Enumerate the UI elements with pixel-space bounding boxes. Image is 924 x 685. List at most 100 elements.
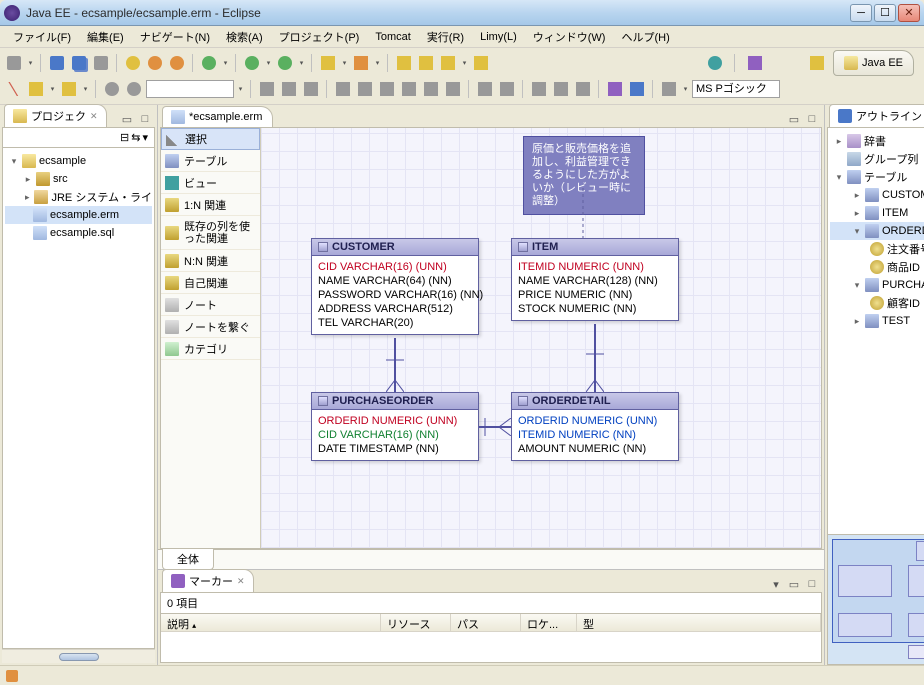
entity-customer[interactable]: CUSTOMER CID VARCHAR(16) (UNN)NAME VARCH… [311, 238, 479, 335]
font-name-combo[interactable]: MS Pゴシック [692, 80, 780, 98]
limy-icon[interactable] [745, 53, 765, 73]
debug-button[interactable] [199, 53, 219, 73]
markers-maximize-icon[interactable]: □ [804, 576, 820, 592]
markers-col-resource[interactable]: リソース [381, 614, 451, 631]
new-package-dropdown[interactable]: ▾ [373, 53, 382, 73]
hspace-button[interactable] [475, 79, 495, 99]
save-all-button[interactable] [69, 53, 89, 73]
redo-dropdown[interactable]: ▾ [81, 79, 90, 99]
project-explorer-tab[interactable]: プロジェク ✕ [4, 104, 107, 127]
menu-file[interactable]: ファイル(F) [6, 27, 78, 47]
same-height-button[interactable] [551, 79, 571, 99]
editor-maximize-icon[interactable]: □ [804, 111, 820, 127]
zoom-level-combo[interactable] [146, 80, 234, 98]
tomcat-stop-button[interactable] [145, 53, 165, 73]
outline-od-itemid[interactable]: 商品ID [830, 258, 924, 276]
entity-purchaseorder[interactable]: PURCHASEORDER ORDERID NUMERIC (UNN)CID V… [311, 392, 479, 461]
palette-note-link[interactable]: ノートを繋ぐ [161, 316, 260, 338]
markers-col-location[interactable]: ロケ... [521, 614, 577, 631]
cut-button[interactable] [4, 79, 24, 99]
editor-tab-erm[interactable]: *ecsample.erm [162, 106, 273, 127]
palette-select[interactable]: 選択 [161, 128, 260, 150]
new-package-button[interactable] [351, 53, 371, 73]
redo-button[interactable] [59, 79, 79, 99]
undo-button[interactable] [26, 79, 46, 99]
zoom-in-button[interactable] [102, 79, 122, 99]
project-hscrollbar[interactable] [2, 649, 155, 663]
markers-col-desc[interactable]: 説明 ▴ [161, 614, 381, 631]
outline-od-orderno[interactable]: 注文番号 [830, 240, 924, 258]
search-dropdown[interactable]: ▾ [460, 53, 469, 73]
outline-tables[interactable]: ▾テーブル [830, 168, 924, 186]
refresh-button[interactable] [659, 79, 679, 99]
perspective-javaee[interactable]: Java EE [833, 50, 914, 76]
menu-search[interactable]: 検索(A) [219, 27, 270, 47]
markers-menu-icon[interactable]: ▾ [768, 576, 784, 592]
menu-window[interactable]: ウィンドウ(W) [526, 27, 613, 47]
close-button[interactable]: ✕ [898, 4, 920, 22]
palette-reuse[interactable]: 既存の列を使った関連 [161, 216, 260, 250]
menu-project[interactable]: プロジェクト(P) [272, 27, 367, 47]
markers-col-path[interactable]: パス [451, 614, 521, 631]
outline-tab[interactable]: アウトライン ✕ [829, 104, 924, 127]
markers-col-type[interactable]: 型 [577, 614, 821, 631]
outline-tree[interactable]: ▸辞書 グループ列 ▾テーブル ▸CUSTOMER ▸ITEM ▾ORDERDE… [828, 128, 924, 534]
minimize-button[interactable]: ─ [850, 4, 872, 22]
web-browser-icon[interactable] [705, 53, 725, 73]
align-top-button[interactable] [399, 79, 419, 99]
print-button[interactable] [91, 53, 111, 73]
zoom-out-button[interactable] [124, 79, 144, 99]
outline-item[interactable]: ▸ITEM [830, 204, 924, 222]
entity-orderdetail[interactable]: ORDERDETAIL ORDERID NUMERIC (UNN)ITEMID … [511, 392, 679, 461]
new-server-button[interactable] [318, 53, 338, 73]
grid-button[interactable] [257, 79, 277, 99]
export-img-button[interactable] [627, 79, 647, 99]
align-middle-button[interactable] [421, 79, 441, 99]
same-size-button[interactable] [573, 79, 593, 99]
open-task-button[interactable] [416, 53, 436, 73]
markers-minimize-icon[interactable]: ▭ [786, 576, 802, 592]
menu-help[interactable]: ヘルプ(H) [614, 27, 676, 47]
menu-navigate[interactable]: ナビゲート(N) [133, 27, 217, 47]
outline-purchaseorder[interactable]: ▾PURCHASEORDER [830, 276, 924, 294]
align-right-button[interactable] [377, 79, 397, 99]
open-type-button[interactable] [394, 53, 414, 73]
refresh-dropdown[interactable]: ▾ [681, 79, 690, 99]
entity-item[interactable]: ITEM ITEMID NUMERIC (UNN)NAME VARCHAR(12… [511, 238, 679, 321]
outline-test[interactable]: ▸TEST [830, 312, 924, 330]
run-last-dropdown[interactable]: ▾ [297, 53, 306, 73]
lock-button[interactable] [301, 79, 321, 99]
tomcat-restart-button[interactable] [167, 53, 187, 73]
color-button[interactable] [605, 79, 625, 99]
menu-edit[interactable]: 編集(E) [80, 27, 131, 47]
menu-limy[interactable]: Limy(L) [473, 29, 524, 45]
run-last-button[interactable] [275, 53, 295, 73]
palette-category[interactable]: カテゴリ [161, 338, 260, 360]
markers-table[interactable]: 説明 ▴ リソース パス ロケ... 型 [160, 613, 822, 663]
link-editor-icon[interactable]: ⇆ [131, 131, 140, 144]
outline-customer[interactable]: ▸CUSTOMER [830, 186, 924, 204]
canvas-tab-all[interactable]: 全体 [162, 549, 214, 570]
view-maximize-icon[interactable]: □ [137, 111, 153, 127]
editor-minimize-icon[interactable]: ▭ [786, 111, 802, 127]
tree-sql-file[interactable]: ecsample.sql [5, 224, 152, 242]
open-perspective-button[interactable] [807, 53, 827, 73]
new-server-dropdown[interactable]: ▾ [340, 53, 349, 73]
annotate-button[interactable] [471, 53, 491, 73]
palette-1n[interactable]: 1:N 関連 [161, 194, 260, 216]
tree-jre[interactable]: ▸ JRE システム・ライ [5, 188, 152, 206]
align-bottom-button[interactable] [443, 79, 463, 99]
project-tree[interactable]: ▾ ecsample ▸ src ▸ JRE システム・ライ ecsample.… [2, 147, 155, 649]
markers-tab[interactable]: マーカー ✕ [162, 569, 254, 592]
menu-tomcat[interactable]: Tomcat [368, 29, 417, 45]
tomcat-start-button[interactable] [123, 53, 143, 73]
align-left-button[interactable] [333, 79, 353, 99]
tooltip-button[interactable] [279, 79, 299, 99]
align-center-button[interactable] [355, 79, 375, 99]
outline-thumbnail[interactable] [828, 534, 924, 664]
save-button[interactable] [47, 53, 67, 73]
maximize-button[interactable]: ☐ [874, 4, 896, 22]
tree-project-root[interactable]: ▾ ecsample [5, 152, 152, 170]
menu-run[interactable]: 実行(R) [420, 27, 471, 47]
tree-erm-file[interactable]: ecsample.erm [5, 206, 152, 224]
